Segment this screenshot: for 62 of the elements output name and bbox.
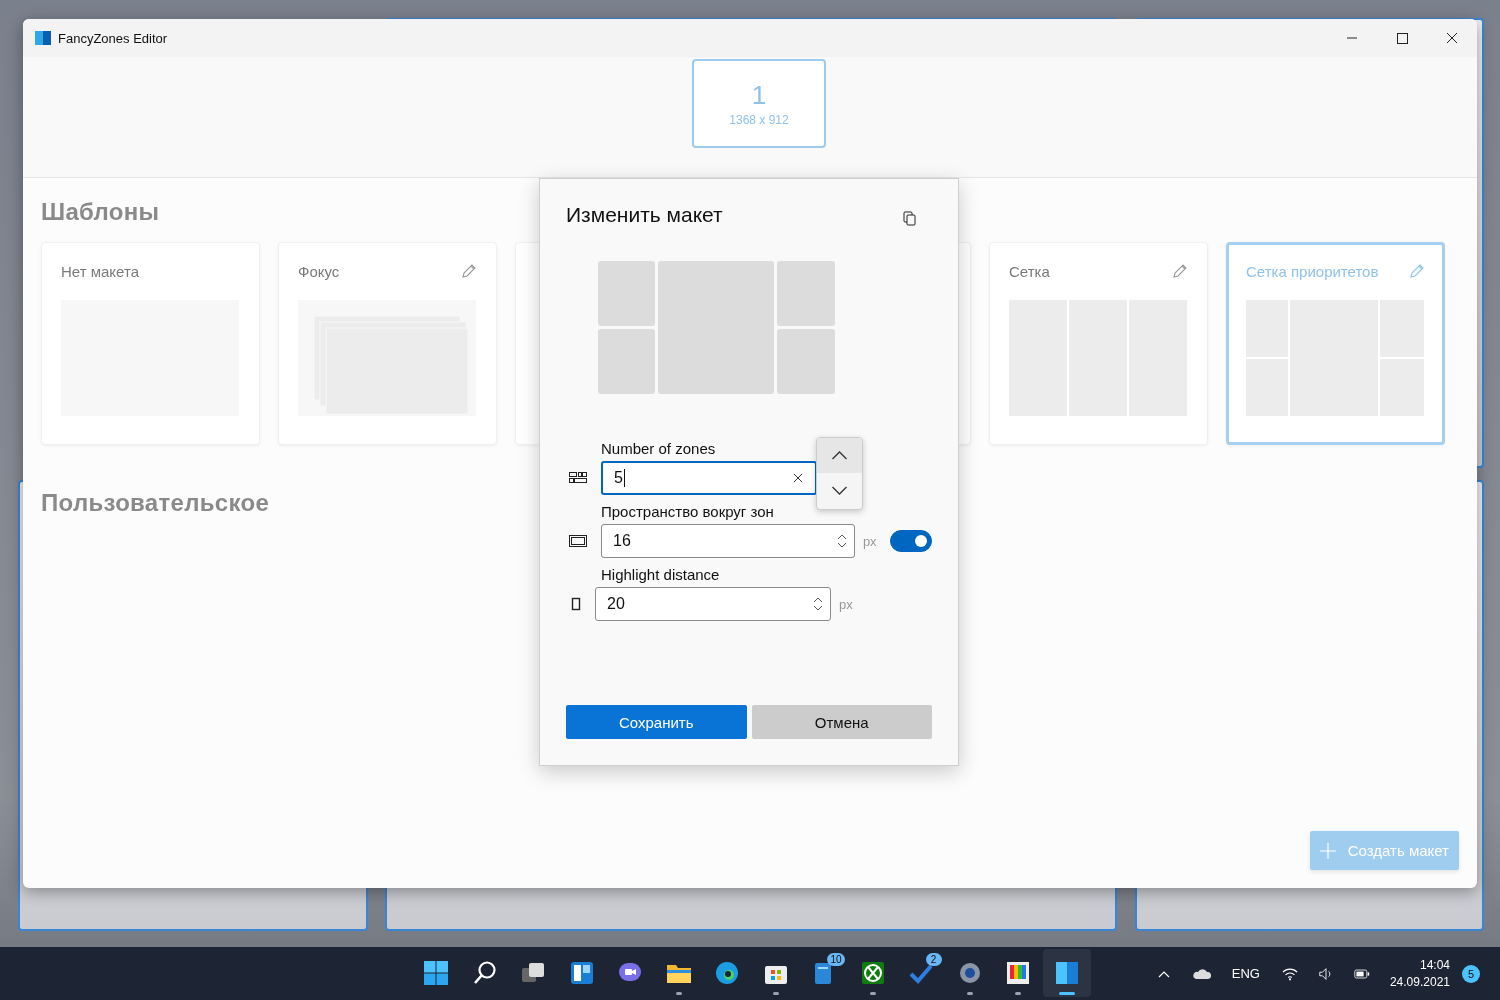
dialog-title: Изменить макет: [566, 203, 723, 227]
number-field[interactable]: 16: [601, 524, 855, 558]
save-button[interactable]: Сохранить: [566, 705, 747, 739]
browser-app-icon: [714, 960, 741, 986]
card-title: Сетка: [1009, 262, 1050, 280]
start-app-icon: [423, 960, 450, 986]
card-title: Сетка приоритетов: [1246, 262, 1379, 280]
running-indicator: [772, 992, 779, 995]
notification-badge[interactable]: 5: [1462, 964, 1480, 983]
text-cursor: [623, 469, 625, 487]
palette-app-icon: [1005, 960, 1032, 986]
section-heading: Пользовательское: [41, 489, 270, 517]
running-indicator: [869, 992, 876, 995]
taskbar-app[interactable]: 10: [800, 949, 849, 997]
count-badge: 2: [925, 953, 942, 966]
app-icon: [35, 30, 51, 46]
language-indicator[interactable]: ENG: [1231, 966, 1260, 981]
monitor-number: 1: [751, 80, 767, 111]
frame-icon: [569, 534, 587, 548]
rectangle-icon: [571, 597, 581, 611]
pencil-icon[interactable]: [461, 263, 477, 279]
widgets-app-icon: [568, 960, 595, 986]
zones-app-icon: [1053, 960, 1080, 986]
running-indicator: [1015, 992, 1022, 995]
xbox-app-icon: [859, 960, 886, 986]
clock[interactable]: 14:04 24.09.2021: [1389, 956, 1450, 991]
zones-count-field[interactable]: 5: [601, 461, 817, 495]
count-badge: 10: [827, 953, 845, 966]
taskbar-app[interactable]: 2: [897, 949, 946, 997]
plus-icon: [1319, 842, 1336, 859]
spin-icon[interactable]: [836, 533, 847, 549]
unit-label: px: [862, 533, 877, 549]
running-indicator: [675, 992, 682, 995]
layout-card[interactable]: Фокус: [278, 242, 497, 445]
window-title: FancyZones Editor: [58, 30, 168, 46]
field-value: 5: [614, 469, 623, 487]
unit-label: px: [839, 596, 853, 612]
card-title: Фокус: [298, 262, 340, 280]
monitor-resolution: 1368 x 912: [729, 113, 789, 127]
field-label: Number of zones: [601, 440, 717, 457]
cancel-button[interactable]: Отмена: [751, 705, 932, 739]
clear-icon[interactable]: [793, 473, 803, 483]
running-indicator: [1058, 992, 1075, 995]
running-indicator: [966, 992, 973, 995]
search-app-icon: [471, 960, 498, 986]
layout-card[interactable]: Сетка: [989, 242, 1208, 445]
clock-date: 24.09.2021: [1389, 973, 1450, 991]
pencil-icon[interactable]: [1172, 263, 1188, 279]
field-value: 20: [607, 595, 625, 613]
copy-icon[interactable]: [902, 210, 918, 226]
field-label: Пространство вокруг зон: [601, 503, 775, 520]
field-value: 16: [613, 532, 631, 550]
layout-card[interactable]: Нет макета: [41, 242, 260, 445]
section-heading: Шаблоны: [41, 198, 160, 226]
zones-icon: [569, 471, 587, 485]
card-title: Нет макета: [61, 262, 139, 280]
toggle-switch[interactable]: [889, 530, 932, 552]
spin-icon[interactable]: [813, 596, 823, 612]
number-field[interactable]: 20: [595, 587, 831, 621]
field-label: Highlight distance: [601, 566, 721, 583]
taskbar-app[interactable]: [1042, 949, 1091, 997]
clock-time: 14:04: [1419, 956, 1450, 974]
